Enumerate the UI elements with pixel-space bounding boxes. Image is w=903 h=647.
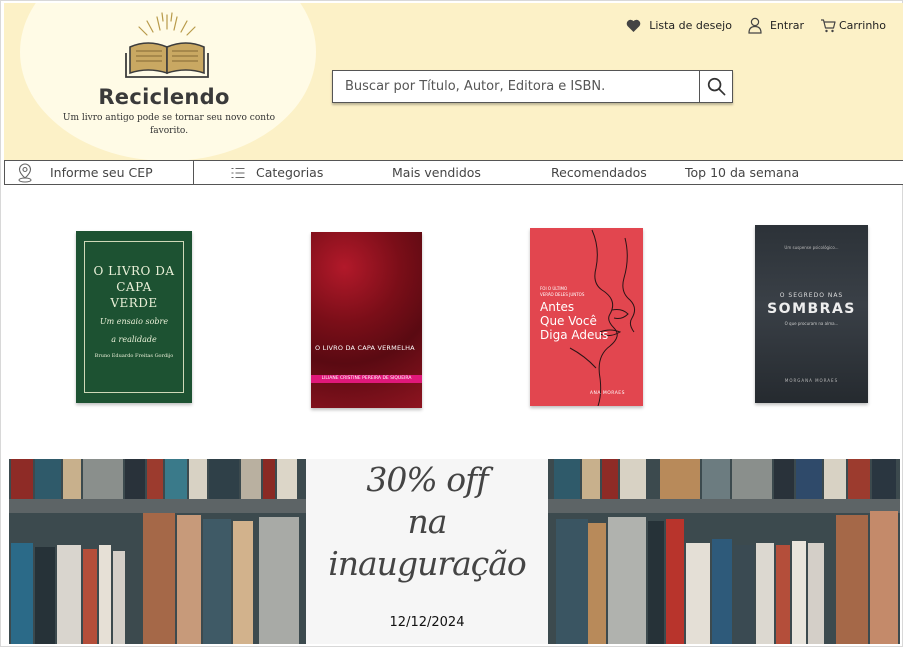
nav-item-categories[interactable]: Categorias [231,161,323,184]
promo-banner[interactable]: 30% off na inauguração 12/12/2024 [9,459,900,644]
header: Reciclendo Um livro antigo pode se torna… [4,3,903,160]
book-3-title-line: Que Você [540,314,597,328]
book-4-author: MORGANA MORAES [784,378,839,383]
book-1-author: Bruno Eduardo Freitas Gordijo [94,353,174,359]
cart-link[interactable]: Carrinho [820,18,886,33]
promo-line: 30% off [366,460,488,499]
nav-item-best-sellers[interactable]: Mais vendidos [392,161,481,184]
categories-label: Categorias [256,165,324,180]
page: Reciclendo Um livro antigo pode se torna… [0,0,903,647]
heart-icon [626,19,641,32]
nav-bar: Informe seu CEP Categorias Mais vendidos… [4,160,903,185]
brand-name[interactable]: Reciclendo [64,85,264,109]
book-4-top-text: Um suspense psicológico... [784,245,839,250]
cep-label: Informe seu CEP [50,165,153,180]
book-1-subtitle-line: Um ensaio sobre [99,317,169,326]
user-icon [748,17,762,34]
book-3-author: ANA MORAES [589,391,625,396]
promo-text: 30% off na inauguração [306,459,548,585]
location-pin-icon [18,162,32,182]
search-bar [332,70,733,103]
book-cover-1[interactable]: O LIVRO DA CAPA VERDE Um ensaio sobre a … [76,231,192,403]
search-input[interactable] [333,71,699,102]
bookshelf-image-left [9,459,306,644]
book-cover-2[interactable]: O LIVRO DA CAPA VERMELHA LILIANE CRISTIN… [311,232,422,408]
search-button[interactable] [699,71,732,102]
book-2-author: LILIANE CRISTINE PEREIRA DE SIQUEIRA [311,375,422,383]
book-1-subtitle-line: a realidade [111,335,157,344]
brand-tagline: Um livro antigo pode se tornar seu novo … [62,113,276,136]
search-icon [707,77,725,96]
book-cover-3[interactable]: FOI O ÚLTIMO VERÃO DELES JUNTOS Antes Qu… [530,228,643,406]
top-links: Lista de desejo Entrar Carrinho [626,17,886,34]
list-icon [231,167,245,178]
promo-line: inauguração [328,544,527,583]
book-1-title: O LIVRO DA CAPA VERDE [76,263,192,311]
book-1-subtitle: Um ensaio sobre a realidade [76,313,192,349]
cep-button[interactable]: Informe seu CEP [4,161,194,184]
nav-item-top10[interactable]: Top 10 da semana [685,161,799,184]
promo-date: 12/12/2024 [389,615,465,630]
login-link[interactable]: Entrar [748,17,804,34]
book-3-title-line: Antes [540,300,575,314]
bookshelf-image-right [548,459,900,644]
cart-label: Carrinho [838,19,886,32]
book-cover-4[interactable]: Um suspense psicológico... O SEGREDO NAS… [755,225,868,403]
book-1-title-line: O LIVRO DA [93,264,175,278]
login-label: Entrar [769,19,804,32]
book-3-title-line: Diga Adeus [540,328,609,342]
nav-item-recommended[interactable]: Recomendados [551,161,647,184]
open-book-logo-icon[interactable] [122,11,212,81]
book-4-title-big: SOMBRAS [767,301,856,317]
book-3-tagline-line: VERÃO DELES JUNTOS [540,292,585,297]
promo-text-panel: 30% off na inauguração 12/12/2024 [306,459,548,644]
promo-line: na [407,502,448,541]
wishlist-label: Lista de desejo [649,19,732,32]
wishlist-link[interactable]: Lista de desejo [626,19,732,32]
book-4-subtitle: O que procuram na alma... [784,321,839,326]
book-3-title: Antes Que Você Diga Adeus [540,300,608,342]
book-3-tagline: FOI O ÚLTIMO VERÃO DELES JUNTOS [540,286,584,298]
book-2-title: O LIVRO DA CAPA VERMELHA [315,344,415,352]
cart-icon [820,19,836,33]
book-4-title-small: O SEGREDO NAS [779,292,844,299]
book-1-title-line: CAPA [116,280,152,294]
book-1-title-line: VERDE [110,296,158,310]
